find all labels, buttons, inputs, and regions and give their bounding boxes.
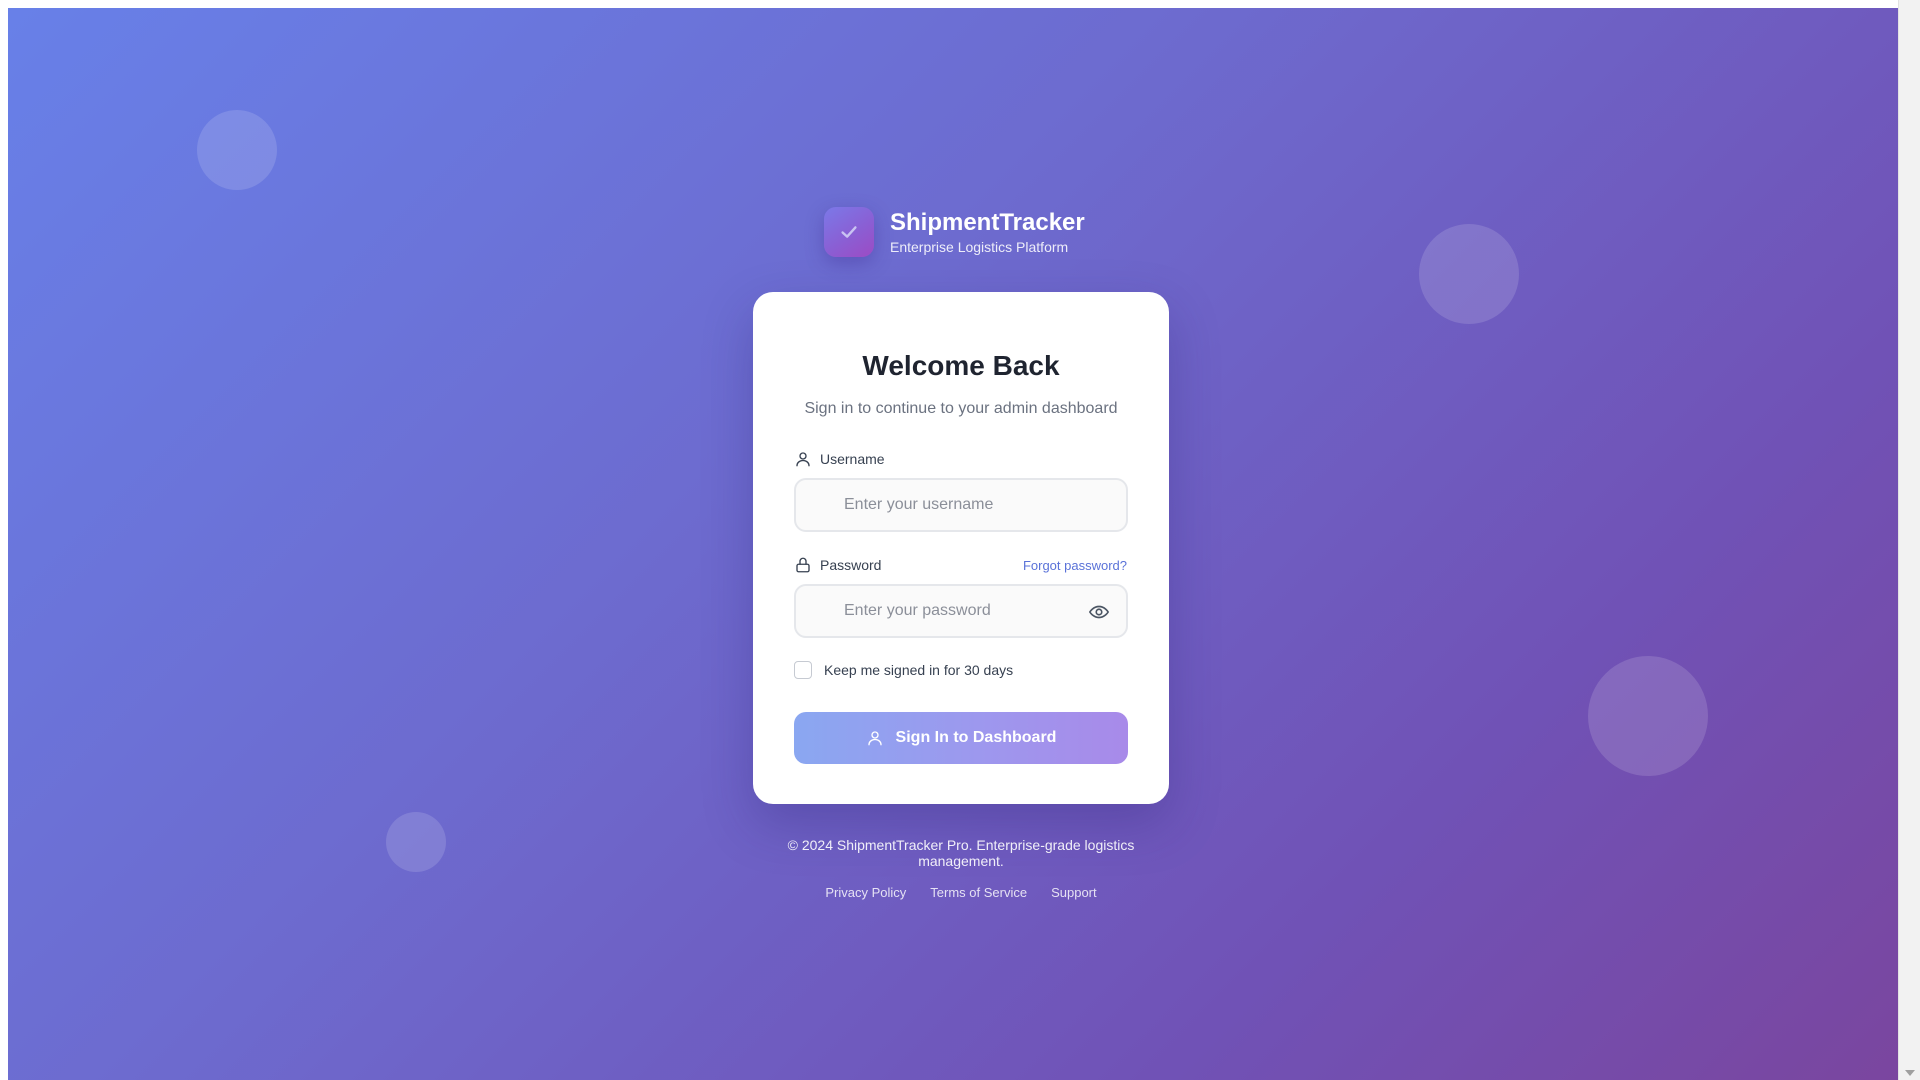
page-subtitle: Sign in to continue to your admin dashbo… xyxy=(804,400,1118,417)
username-label: Username xyxy=(794,450,885,468)
privacy-policy-link[interactable]: Privacy Policy xyxy=(825,885,906,900)
eye-icon xyxy=(1089,605,1109,619)
username-label-text: Username xyxy=(820,451,885,467)
vertical-scrollbar[interactable] xyxy=(1898,0,1920,1080)
check-icon xyxy=(841,226,857,238)
remember-me-label: Keep me signed in for 30 days xyxy=(824,662,1014,678)
terms-of-service-link[interactable]: Terms of Service xyxy=(930,885,1027,900)
password-label: Password xyxy=(794,555,881,575)
page-title: Welcome Back xyxy=(862,350,1060,381)
brand-tagline: Enterprise Logistics Platform xyxy=(890,238,1069,255)
login-card: Welcome Back Sign in to continue to your… xyxy=(753,292,1169,804)
copyright-text: © 2024 ShipmentTracker Pro. Enterprise-g… xyxy=(787,837,1135,869)
forgot-password-link[interactable]: Forgot password? xyxy=(1023,558,1127,573)
user-icon xyxy=(796,452,810,467)
decorative-circle xyxy=(386,812,446,872)
password-input[interactable] xyxy=(794,584,1128,638)
lock-icon xyxy=(796,557,810,573)
toggle-password-visibility[interactable] xyxy=(1087,600,1111,624)
sign-in-button-label: Sign In to Dashboard xyxy=(895,729,1057,746)
page-background: ShipmentTracker Enterprise Logistics Pla… xyxy=(8,8,1898,1080)
user-icon xyxy=(867,731,882,746)
brand-logo xyxy=(824,207,874,257)
sign-in-button[interactable]: Sign In to Dashboard xyxy=(794,712,1128,764)
remember-me-checkbox[interactable] xyxy=(794,661,812,679)
decorative-circle xyxy=(1588,656,1708,776)
password-label-text: Password xyxy=(820,557,882,573)
brand-name: ShipmentTracker xyxy=(890,208,1085,236)
decorative-circle xyxy=(1419,224,1519,324)
footer-links: Privacy Policy Terms of Service Support xyxy=(8,885,1898,900)
username-input[interactable] xyxy=(794,478,1128,532)
scroll-down-icon[interactable] xyxy=(1905,1070,1915,1076)
support-link[interactable]: Support xyxy=(1051,885,1097,900)
remember-me: Keep me signed in for 30 days xyxy=(794,661,1013,679)
decorative-circle xyxy=(197,110,277,190)
brand-header: ShipmentTracker Enterprise Logistics Pla… xyxy=(824,204,1085,260)
